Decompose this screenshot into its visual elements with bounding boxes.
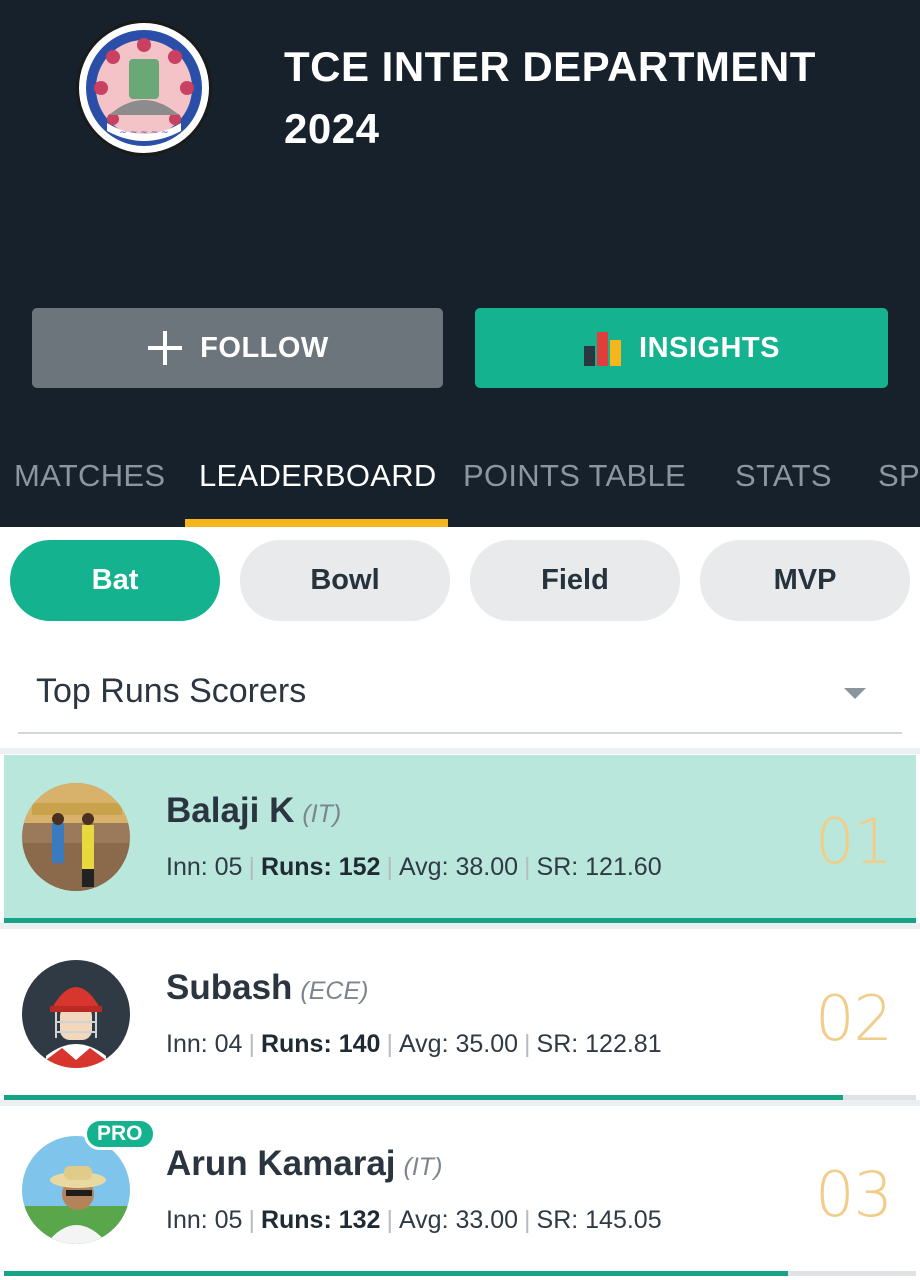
insights-label: INSIGHTS [639, 331, 780, 364]
average-stat: Avg: 38.00 [398, 853, 519, 881]
active-tab-indicator [185, 519, 448, 527]
divider: | [386, 1030, 393, 1058]
tab-leaderboard[interactable]: LEADERBOARD [199, 458, 437, 494]
player-rank: 01 [815, 805, 893, 878]
player-department: (IT) [302, 800, 342, 828]
innings-stat: Inn: 05 [166, 1206, 243, 1234]
strike-rate-stat: SR: 121.60 [536, 853, 662, 881]
filter-field[interactable]: Field [470, 540, 680, 621]
player-avatar [22, 960, 130, 1068]
player-rank: 03 [815, 1158, 893, 1231]
player-stats: Inn: 05 | Runs: 152 | Avg: 38.00 | SR: 121.60 [166, 853, 662, 882]
tab-bar: MATCHES LEADERBOARD POINTS TABLE STATS S… [0, 440, 920, 527]
tab-matches[interactable]: MATCHES [14, 458, 165, 494]
divider: | [386, 853, 393, 881]
follow-button[interactable]: FOLLOW [32, 308, 443, 388]
filter-mvp[interactable]: MVP [700, 540, 910, 621]
insights-button[interactable]: INSIGHTS [475, 308, 888, 388]
divider: | [248, 853, 255, 881]
leaderboard-row[interactable]: PRO Arun Kamaraj (IT) Inn: 05 | Runs: 132 | A… [4, 1108, 916, 1276]
divider: | [524, 1206, 531, 1234]
leaderboard-row[interactable]: Balaji K (IT) Inn: 05 | Runs: 152 | Avg: 38.0… [4, 755, 916, 923]
divider: | [524, 853, 531, 881]
bar-chart-icon [583, 330, 623, 366]
player-name-text: Balaji K [166, 791, 295, 830]
player-name: Arun Kamaraj (IT) [166, 1144, 442, 1184]
tournament-title: TCE INTER DEPARTMENT 2024 [284, 36, 884, 160]
runs-stat: Runs: 152 [260, 853, 381, 881]
player-stats: Inn: 05 | Runs: 132 | Avg: 33.00 | SR: 145.05 [166, 1206, 662, 1235]
player-avatar [22, 1136, 130, 1244]
tab-stats[interactable]: STATS [735, 458, 832, 494]
average-stat: Avg: 35.00 [398, 1030, 519, 1058]
strike-rate-stat: SR: 145.05 [536, 1206, 662, 1234]
average-stat: Avg: 33.00 [398, 1206, 519, 1234]
tab-points-table[interactable]: POINTS TABLE [463, 458, 686, 494]
leaderboard-row[interactable]: Subash (ECE) Inn: 04 | Runs: 140 | Avg: 35.00… [4, 932, 916, 1100]
progress-fill [4, 1271, 789, 1276]
filter-bowl[interactable]: Bowl [240, 540, 450, 621]
innings-stat: Inn: 04 [166, 1030, 243, 1058]
plus-icon [146, 329, 184, 367]
tournament-header: ~ ~ ~ ~ ~ TCE INTER DEPARTMENT 2024 FOLL… [0, 0, 920, 527]
divider: | [524, 1030, 531, 1058]
divider [0, 923, 920, 929]
innings-stat: Inn: 05 [166, 853, 243, 881]
player-department: (ECE) [300, 977, 369, 1005]
dropdown-selected-value: Top Runs Scorers [36, 672, 307, 710]
title-line-2: 2024 [284, 105, 380, 152]
title-line-1: TCE INTER DEPARTMENT [284, 43, 816, 90]
player-name-text: Subash [166, 968, 293, 1007]
player-rank: 02 [815, 982, 893, 1055]
divider: | [386, 1206, 393, 1234]
divider: | [248, 1206, 255, 1234]
player-stats: Inn: 04 | Runs: 140 | Avg: 35.00 | SR: 122.81 [166, 1030, 662, 1059]
caret-down-icon [844, 688, 866, 699]
filter-bat[interactable]: Bat [10, 540, 220, 621]
runs-stat: Runs: 140 [260, 1030, 381, 1058]
divider [0, 1100, 920, 1106]
player-name: Subash (ECE) [166, 968, 368, 1008]
college-logo: ~ ~ ~ ~ ~ [76, 20, 212, 156]
pro-badge: PRO [84, 1118, 156, 1150]
player-avatar [22, 783, 130, 891]
runs-stat: Runs: 132 [260, 1206, 381, 1234]
category-dropdown[interactable]: Top Runs Scorers [18, 650, 902, 734]
player-department: (IT) [403, 1153, 443, 1181]
svg-text:~ ~ ~ ~ ~: ~ ~ ~ ~ ~ [119, 128, 168, 138]
player-name: Balaji K (IT) [166, 791, 341, 831]
divider: | [248, 1030, 255, 1058]
player-name-text: Arun Kamaraj [166, 1144, 396, 1183]
follow-label: FOLLOW [200, 331, 329, 364]
divider [0, 748, 920, 754]
strike-rate-stat: SR: 122.81 [536, 1030, 662, 1058]
tab-sp[interactable]: SP [878, 458, 920, 494]
